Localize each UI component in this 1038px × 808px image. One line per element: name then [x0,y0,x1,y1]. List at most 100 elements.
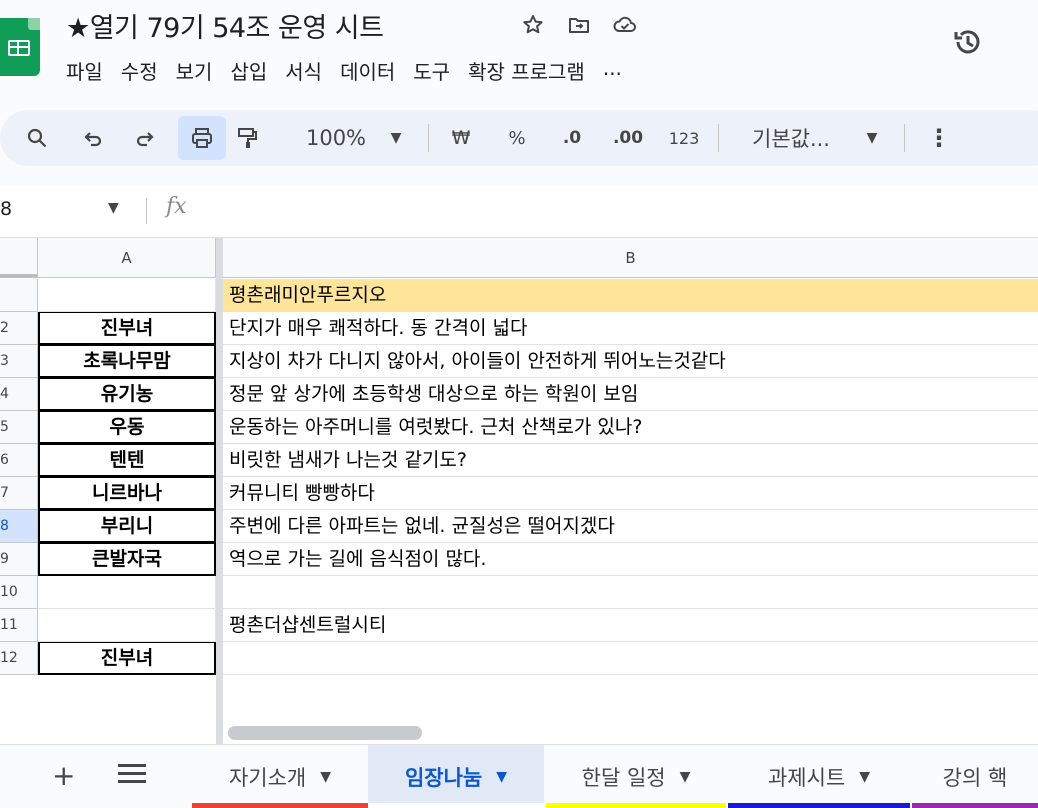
table-row: 5 우동 운동하는 아주머니를 여럿봤다. 근처 산책로가 있나? [0,411,1038,444]
row-number[interactable]: 4 [0,378,38,411]
paint-format-icon[interactable] [232,110,262,166]
zoom-select[interactable]: 100% [296,110,376,166]
sheet-tab[interactable]: 강의 핵 [912,745,1038,808]
sheet-tab[interactable]: 과제시트 ▼ [728,745,910,808]
spreadsheet-grid[interactable]: A B 평촌래미안푸르지오 2 진부녀 단지가 매우 쾌적하다. 동 간격이 넓다 3 초… [0,238,1038,744]
font-dropdown-icon[interactable]: ▼ [860,110,884,166]
cell-b[interactable]: 평촌래미안푸르지오 [223,279,1038,312]
add-sheet-icon[interactable]: + [52,759,75,792]
table-row: 9 큰발자국 역으로 가는 길에 음식점이 많다. [0,543,1038,576]
more-formats-button[interactable]: 123 [664,110,704,166]
all-sheets-icon[interactable] [118,759,146,787]
select-all-corner[interactable] [0,238,38,278]
version-history-icon[interactable] [950,24,986,60]
cell-a[interactable]: 우동 [38,411,216,444]
horizontal-scrollbar[interactable] [228,726,422,740]
cell-a[interactable]: 초록나무맘 [38,345,216,378]
sheet-tab-color-bar [368,803,544,808]
sheets-logo-icon[interactable] [0,18,40,76]
cell-b[interactable]: 운동하는 아주머니를 여럿봤다. 근처 산책로가 있나? [223,411,1038,444]
cell-b[interactable] [223,576,1038,609]
sheet-tab-dropdown-icon[interactable]: ▼ [496,769,507,785]
sheet-tab-dropdown-icon[interactable]: ▼ [680,769,691,785]
table-row: 10 [0,576,1038,609]
cell-a[interactable] [38,279,216,312]
sheet-tab-color-bar [192,803,368,808]
cell-b[interactable]: 지상이 차가 다니지 않아서, 아이들이 안전하게 뛰어노는것같다 [223,345,1038,378]
table-row: 평촌래미안푸르지오 [0,279,1038,312]
cell-b[interactable]: 평촌더샵센트럴시티 [223,609,1038,642]
menu-tools[interactable]: 도구 [413,54,450,87]
cell-a[interactable]: 부리니 [38,510,216,543]
cell-a[interactable]: 큰발자국 [38,543,216,576]
document-title[interactable]: ★열기 79기 54조 운영 시트 [66,6,384,45]
sheet-tab[interactable]: 한달 일정 ▼ [546,745,726,808]
move-to-folder-icon[interactable] [566,12,592,38]
cell-b[interactable]: 주변에 다른 아파트는 없네. 균질성은 떨어지겠다 [223,510,1038,543]
row-number[interactable]: 5 [0,411,38,444]
toolbar-divider [718,124,719,152]
sheet-tab-label: 강의 핵 [942,766,1008,790]
menu-edit[interactable]: 수정 [121,54,158,87]
sheet-tab-dropdown-icon[interactable]: ▼ [859,769,870,785]
name-box[interactable]: 8 [0,198,12,220]
table-row: 11 평촌더샵센트럴시티 [0,609,1038,642]
row-number[interactable]: 10 [0,576,38,609]
row-number[interactable]: 3 [0,345,38,378]
decrease-decimal-button[interactable]: .0 [552,110,592,166]
cell-b[interactable]: 역으로 가는 길에 음식점이 많다. [223,543,1038,576]
row-number[interactable]: 9 [0,543,38,576]
decrease-decimal-label: .0 [562,128,582,148]
cell-a[interactable]: 유기농 [38,378,216,411]
toolbar: 100% ▼ ₩ % .0 .00 123 기본값... ▼ ⋮ [0,110,1038,166]
row-number[interactable]: 7 [0,477,38,510]
toolbar-divider [428,124,429,152]
column-header-b[interactable]: B [223,238,1038,278]
more-options-icon[interactable]: ⋮ [924,110,954,166]
sheet-tab-label: 자기소개 [228,766,307,790]
sheet-tab[interactable]: 자기소개 ▼ [192,745,368,808]
cell-b[interactable]: 비릿한 냄새가 나는것 같기도? [223,444,1038,477]
star-icon[interactable] [520,12,546,38]
menu-data[interactable]: 데이터 [340,54,395,87]
menu-format[interactable]: 서식 [285,54,322,87]
cell-b[interactable]: 단지가 매우 쾌적하다. 동 간격이 넓다 [223,312,1038,345]
cell-b[interactable]: 커뮤니티 빵빵하다 [223,477,1038,510]
menu-view[interactable]: 보기 [176,54,213,87]
cell-a[interactable]: 니르바나 [38,477,216,510]
menu-file[interactable]: 파일 [66,54,103,87]
row-number[interactable]: 8 [0,510,38,543]
cell-a[interactable] [38,609,216,642]
row-number[interactable] [0,279,38,312]
table-row: 4 유기농 정문 앞 상가에 초등학생 대상으로 하는 학원이 보임 [0,378,1038,411]
row-number[interactable]: 11 [0,609,38,642]
row-number[interactable]: 2 [0,312,38,345]
menu-insert[interactable]: 삽입 [230,54,267,87]
sheet-tab-dropdown-icon[interactable]: ▼ [320,769,331,785]
cell-a[interactable]: 진부녀 [38,312,216,345]
row-number[interactable]: 6 [0,444,38,477]
menu-more[interactable]: ... [603,54,622,87]
font-select[interactable]: 기본값... [736,110,846,166]
row-number[interactable]: 12 [0,642,38,675]
redo-icon[interactable] [130,110,160,166]
name-box-dropdown-icon[interactable]: ▼ [108,200,119,216]
currency-format-button[interactable]: ₩ [446,110,476,166]
search-menus-icon[interactable] [22,110,52,166]
zoom-dropdown-icon[interactable]: ▼ [384,110,408,166]
cell-b[interactable] [223,642,1038,675]
cell-a[interactable] [38,576,216,609]
increase-decimal-button[interactable]: .00 [606,110,650,166]
cloud-status-icon[interactable] [612,12,638,38]
undo-icon[interactable] [78,110,108,166]
cell-a[interactable]: 진부녀 [38,642,216,675]
percent-format-button[interactable]: % [502,110,532,166]
print-icon[interactable] [178,116,226,160]
cell-b[interactable]: 정문 앞 상가에 초등학생 대상으로 하는 학원이 보임 [223,378,1038,411]
cell-a[interactable]: 텐텐 [38,444,216,477]
formula-bar: 8 ▼ fx [0,186,1038,238]
sheet-tab[interactable]: 임장나눔 ▼ [368,745,544,808]
menu-extensions[interactable]: 확장 프로그램 [468,54,585,87]
table-row: 12 진부녀 [0,642,1038,675]
column-header-a[interactable]: A [38,238,216,278]
